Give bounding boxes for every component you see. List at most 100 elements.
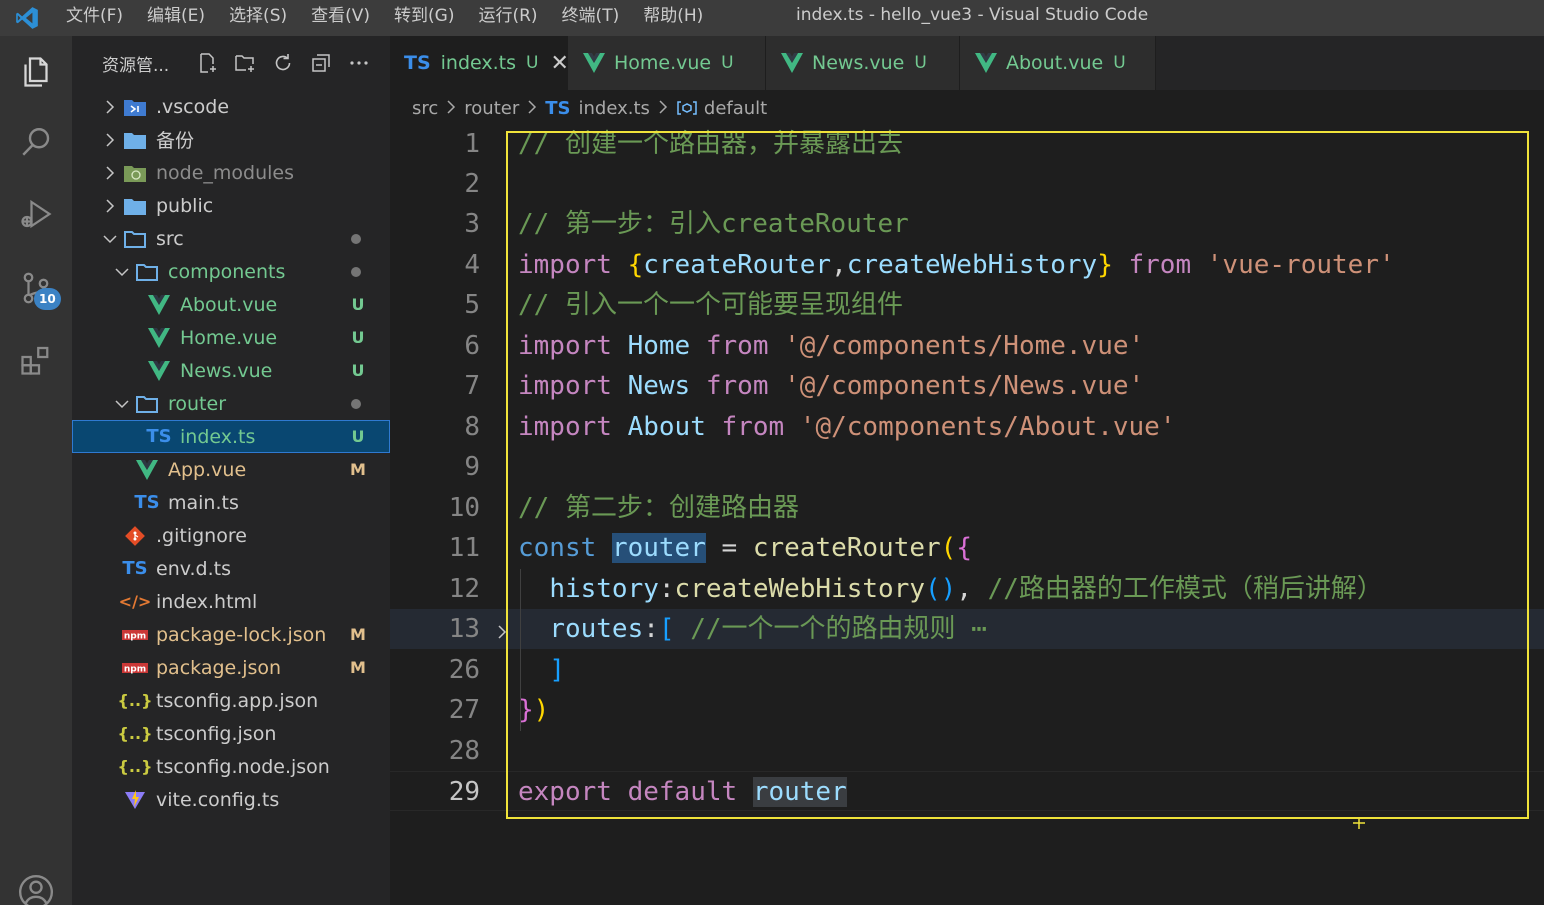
code-line[interactable]: 10 // 第二步：创建路由器 (390, 488, 1544, 528)
tree-item[interactable]: .vscode (72, 90, 390, 123)
tree-item[interactable]: About.vue U (72, 288, 390, 321)
tree-item[interactable]: 备份 (72, 123, 390, 156)
tree-item[interactable]: </> index.html (72, 585, 390, 618)
new-file-icon[interactable] (188, 48, 226, 78)
code-line[interactable]: 1 // 创建一个路由器，并暴露出去 (390, 124, 1544, 164)
code-token: //路由器的工作模式（稍后讲解） (987, 574, 1383, 604)
tree-item[interactable]: TS main.ts (72, 486, 390, 519)
tree-item[interactable]: components (72, 255, 390, 288)
account-icon[interactable] (16, 872, 56, 905)
code-line[interactable]: 27}) (390, 690, 1544, 730)
breadcrumb-src[interactable]: src (412, 98, 438, 119)
tree-item-label: tsconfig.json (156, 722, 277, 745)
collapse-all-icon[interactable] (302, 48, 340, 78)
code-line[interactable]: 8 import About from '@/components/About.v… (390, 407, 1544, 447)
chevron-right-icon[interactable] (102, 132, 118, 148)
menu-item[interactable]: 选择(S) (217, 0, 299, 36)
chevron-down-icon[interactable] (114, 396, 130, 412)
tree-item[interactable]: npm package-lock.json M (72, 618, 390, 651)
code-line[interactable]: 13 routes:[ //一个一个的路由规则 ⋯ (390, 609, 1544, 649)
code-line[interactable]: 28 (390, 731, 1544, 771)
code-line[interactable]: 26 ] (390, 650, 1544, 690)
tree-item[interactable]: .gitignore (72, 519, 390, 552)
tree-item[interactable]: {..} tsconfig.json (72, 717, 390, 750)
breadcrumb-router[interactable]: router (464, 98, 519, 119)
code-token: : (658, 574, 675, 604)
line-number: 1 (464, 129, 480, 159)
tree-item[interactable]: TS index.ts U (72, 420, 390, 453)
extensions-icon[interactable] (16, 340, 56, 380)
code-editor[interactable]: 1 // 创建一个路由器，并暴露出去 2 3 // 第一步：引入createRouter… (390, 124, 1544, 905)
code-line[interactable]: 5 // 引入一个一个可能要呈现组件 (390, 285, 1544, 325)
code-token: // 第一步：引入createRouter (518, 209, 909, 239)
chevron-right-icon (658, 98, 668, 119)
chevron-right-icon[interactable] (102, 165, 118, 181)
menu-item[interactable]: 终端(T) (550, 0, 632, 36)
chevron-right-icon[interactable] (494, 619, 510, 639)
line-number: 11 (448, 533, 480, 563)
menu-item[interactable]: 运行(R) (466, 0, 549, 36)
svg-text:npm: npm (124, 664, 146, 674)
code-line[interactable]: 3 // 第一步：引入createRouter (390, 204, 1544, 244)
code-line[interactable]: 4 import {createRouter,createWebHistory} … (390, 245, 1544, 285)
more-icon[interactable] (340, 48, 378, 78)
code-text: routes:[ //一个一个的路由规则 ⋯ (518, 609, 987, 649)
code-line[interactable]: 7 import News from '@/components/News.vue… (390, 366, 1544, 406)
tree-item[interactable]: router (72, 387, 390, 420)
tree-item[interactable]: node_modules (72, 156, 390, 189)
tree-item[interactable]: News.vue U (72, 354, 390, 387)
menu-item[interactable]: 文件(F) (54, 0, 135, 36)
close-icon[interactable]: ✕ (550, 51, 568, 76)
explorer-title: 资源管... (102, 55, 170, 76)
refresh-icon[interactable] (264, 48, 302, 78)
menu-item[interactable]: 查看(V) (299, 0, 382, 36)
chevron-right-icon[interactable] (102, 198, 118, 214)
line-number: 8 (464, 412, 480, 442)
line-number: 7 (464, 371, 480, 401)
tree-item[interactable]: TS env.d.ts (72, 552, 390, 585)
tree-item-label: env.d.ts (156, 557, 231, 580)
tree-item[interactable]: App.vue M (72, 453, 390, 486)
tree-item[interactable]: Home.vue U (72, 321, 390, 354)
code-token: About (627, 412, 706, 442)
line-number: 3 (464, 209, 480, 239)
code-line[interactable]: 6 import Home from '@/components/Home.vue… (390, 326, 1544, 366)
code-line[interactable]: 12 history:createWebHistory(), //路由器的工作模… (390, 569, 1544, 609)
line-number: 12 (448, 574, 480, 604)
run-debug-icon[interactable] (16, 194, 56, 234)
explorer-icon[interactable] (16, 52, 56, 92)
tree-item[interactable]: public (72, 189, 390, 222)
breadcrumb-symbol[interactable]: default (704, 98, 767, 119)
new-folder-icon[interactable] (226, 48, 264, 78)
tree-item[interactable]: npm package.json M (72, 651, 390, 684)
vue-file-icon (146, 293, 172, 317)
chevron-down-icon[interactable] (102, 231, 118, 247)
code-token: : (643, 614, 659, 644)
vscode-logo-icon[interactable] (0, 0, 54, 36)
editor-tab[interactable]: TS index.ts U ✕ (390, 36, 569, 90)
chevron-down-icon[interactable] (114, 264, 130, 280)
editor-tab[interactable]: News.vue U (766, 36, 960, 90)
tree-item[interactable]: {..} tsconfig.app.json (72, 684, 390, 717)
code-line[interactable]: 29 export default router (390, 771, 1544, 811)
editor-tab[interactable]: About.vue U (960, 36, 1156, 90)
code-text: // 创建一个路由器，并暴露出去 (518, 124, 903, 164)
search-icon[interactable] (16, 122, 56, 162)
menu-item[interactable]: 编辑(E) (135, 0, 217, 36)
code-token: from (721, 412, 785, 442)
breadcrumb-file[interactable]: index.ts (579, 98, 650, 119)
menu-item[interactable]: 帮助(H) (631, 0, 715, 36)
tree-item[interactable]: {..} tsconfig.node.json (72, 750, 390, 783)
tree-item[interactable]: src (72, 222, 390, 255)
code-line[interactable]: 11 const router = createRouter({ (390, 528, 1544, 568)
chevron-right-icon[interactable] (102, 99, 118, 115)
tree-item[interactable]: vite.config.ts (72, 783, 390, 816)
editor-tab[interactable]: Home.vue U (568, 36, 766, 90)
code-line[interactable]: 2 (390, 164, 1544, 204)
menu-item[interactable]: 转到(G) (382, 0, 466, 36)
html-file-icon: </> (118, 592, 152, 611)
code-line[interactable]: 9 (390, 447, 1544, 487)
git-status-badge: U (1113, 53, 1126, 73)
